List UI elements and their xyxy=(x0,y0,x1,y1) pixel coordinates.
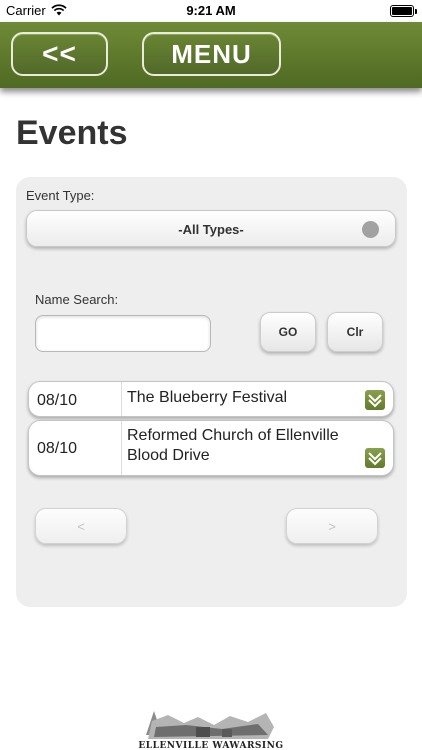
go-button[interactable]: GO xyxy=(260,312,316,352)
events-panel: Event Type: -All Types- Name Search: GO … xyxy=(16,177,407,607)
battery-icon xyxy=(390,5,417,17)
status-bar: Carrier 9:21 AM xyxy=(0,0,422,22)
app-header: << MENU xyxy=(0,22,422,88)
menu-button[interactable]: MENU xyxy=(142,32,281,76)
event-row[interactable]: 08/10 Reformed Church of Ellenville Bloo… xyxy=(28,420,394,476)
event-name: The Blueberry Festival xyxy=(127,389,288,406)
prev-page-button[interactable]: < xyxy=(35,508,127,544)
event-row[interactable]: 08/10 The Blueberry Festival xyxy=(28,381,394,417)
event-type-select[interactable]: -All Types- xyxy=(26,210,396,247)
name-search-label: Name Search: xyxy=(35,292,119,307)
next-page-button[interactable]: > xyxy=(286,508,378,544)
event-date: 08/10 xyxy=(37,392,78,409)
clear-button[interactable]: Clr xyxy=(327,312,383,352)
logo-icon xyxy=(146,711,274,739)
logo-text: ELLENVILLE WAWARSING xyxy=(138,741,284,750)
footer-logo: ELLENVILLE WAWARSING xyxy=(136,705,286,750)
clock: 9:21 AM xyxy=(186,3,236,18)
event-type-label: Event Type: xyxy=(26,188,95,203)
chevron-down-icon xyxy=(365,390,385,410)
back-button[interactable]: << xyxy=(11,32,108,76)
row-divider xyxy=(121,421,122,475)
event-date: 08/10 xyxy=(37,440,78,457)
page-title: Events xyxy=(16,114,128,152)
row-divider xyxy=(121,382,122,416)
event-name: Reformed Church of Ellenville Blood Driv… xyxy=(127,427,339,464)
radio-dot-icon xyxy=(362,221,379,238)
event-type-value: -All Types- xyxy=(178,222,244,237)
chevron-down-icon xyxy=(365,448,385,468)
name-search-input[interactable] xyxy=(35,315,211,352)
